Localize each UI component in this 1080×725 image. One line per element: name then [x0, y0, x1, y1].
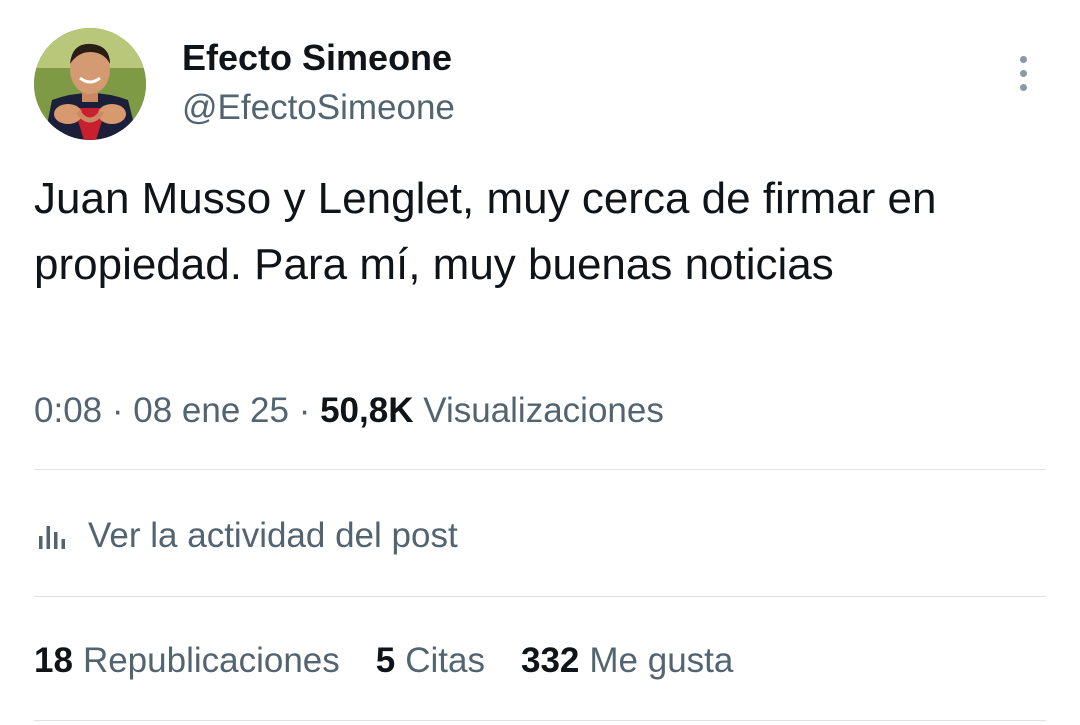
more-dot-icon — [1020, 70, 1027, 77]
likes-count: 332 — [520, 641, 580, 680]
more-options-button[interactable] — [1006, 52, 1042, 96]
activity-label: Ver la actividad del post — [88, 516, 458, 555]
post-activity-link[interactable]: Ver la actividad del post — [34, 510, 458, 562]
quotes-label: Citas — [405, 641, 485, 680]
meta-separator: · — [298, 391, 311, 430]
reposts-count: 18 — [34, 641, 73, 680]
post-text: Juan Musso y Lenglet, muy cerca de firma… — [34, 174, 937, 289]
reposts-stat[interactable]: 18 Republicaciones — [34, 634, 340, 688]
post-date[interactable]: 08 ene 25 — [133, 391, 289, 430]
views-count: 50,8K — [320, 391, 414, 430]
likes-label: Me gusta — [589, 641, 734, 680]
author-handle[interactable]: @EfectoSimeone — [182, 86, 455, 130]
views-label: Visualizaciones — [423, 391, 664, 430]
more-dot-icon — [1020, 56, 1027, 63]
likes-stat[interactable]: 332 Me gusta — [521, 634, 733, 688]
divider — [34, 720, 1046, 721]
meta-separator: · — [111, 391, 124, 430]
divider — [34, 469, 1046, 470]
reposts-label: Republicaciones — [82, 641, 340, 680]
post-time[interactable]: 0:08 — [34, 391, 102, 430]
post-metadata: 0:08 · 08 ene 25 · 50,8K Visualizaciones — [34, 386, 664, 436]
more-dot-icon — [1020, 84, 1027, 91]
divider — [34, 596, 1046, 597]
bar-chart-icon — [39, 526, 65, 549]
author-display-name[interactable]: Efecto Simeone — [182, 36, 452, 80]
quotes-stat[interactable]: 5 Citas — [376, 634, 485, 688]
avatar[interactable] — [34, 28, 146, 140]
engagement-stats: 18 Republicaciones 5 Citas 332 Me gusta — [34, 634, 769, 688]
avatar-image — [34, 28, 146, 140]
quotes-count: 5 — [375, 641, 396, 680]
